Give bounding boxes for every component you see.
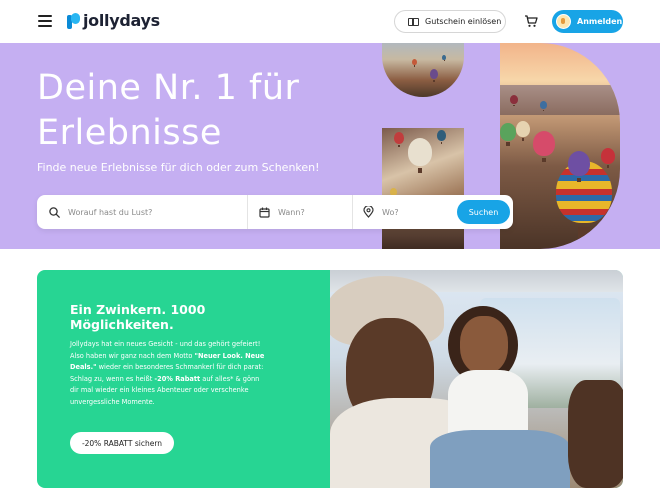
search-when-segment [259,195,349,229]
search-when-input[interactable] [278,207,338,217]
hero-image-balloons-sky [382,43,464,97]
promo-banner: Ein Zwinkern. 1000 Möglichkeiten. Jollyd… [37,270,623,488]
hero-title-line-2: Erlebnisse [37,113,222,153]
search-where-input[interactable] [382,207,442,217]
redeem-voucher-label: Gutschein einlösen [425,17,502,26]
hero-title: Deine Nr. 1 für Erlebnisse [37,66,367,156]
promo-title: Ein Zwinkern. 1000 Möglichkeiten. [70,302,206,332]
brand-name: jollydays [83,11,160,30]
site-header: jollydays Gutschein einlösen Anmelden [0,0,660,43]
search-where-segment [363,195,453,229]
search-divider [247,195,248,229]
search-bar [37,195,513,229]
search-button[interactable]: Suchen [457,200,510,224]
promo-text-block: Ein Zwinkern. 1000 Möglichkeiten. Jollyd… [70,302,270,408]
brand-logo[interactable]: jollydays [67,11,160,30]
location-pin-icon [363,206,374,218]
calendar-icon [259,207,270,218]
page: jollydays Gutschein einlösen Anmelden De… [0,0,660,494]
discount-cta-button[interactable]: -20% RABATT sichern [70,432,174,454]
promo-body-bold: -20% Rabatt [154,374,201,383]
search-icon [49,206,60,218]
voucher-icon [408,17,419,26]
jollydays-logo-icon [67,12,80,29]
avatar-icon [556,14,571,29]
promo-body: Jollydays hat ein neues Gesicht - und da… [70,339,270,408]
hero-subtitle: Finde neue Erlebnisse für dich oder zum … [37,161,320,174]
promo-photo-couple-in-car [330,270,623,488]
search-what-segment [49,195,245,229]
login-button[interactable]: Anmelden [552,10,623,33]
login-label: Anmelden [577,17,623,26]
hero-image-balloons-canyon [500,43,620,249]
redeem-voucher-button[interactable]: Gutschein einlösen [394,10,506,33]
hero-image-balloons-valley [382,128,464,249]
search-divider [352,195,353,229]
menu-icon[interactable] [38,15,52,27]
cart-icon[interactable] [524,14,538,28]
search-what-input[interactable] [68,207,218,217]
hero-title-line-1: Deine Nr. 1 für [37,68,300,108]
